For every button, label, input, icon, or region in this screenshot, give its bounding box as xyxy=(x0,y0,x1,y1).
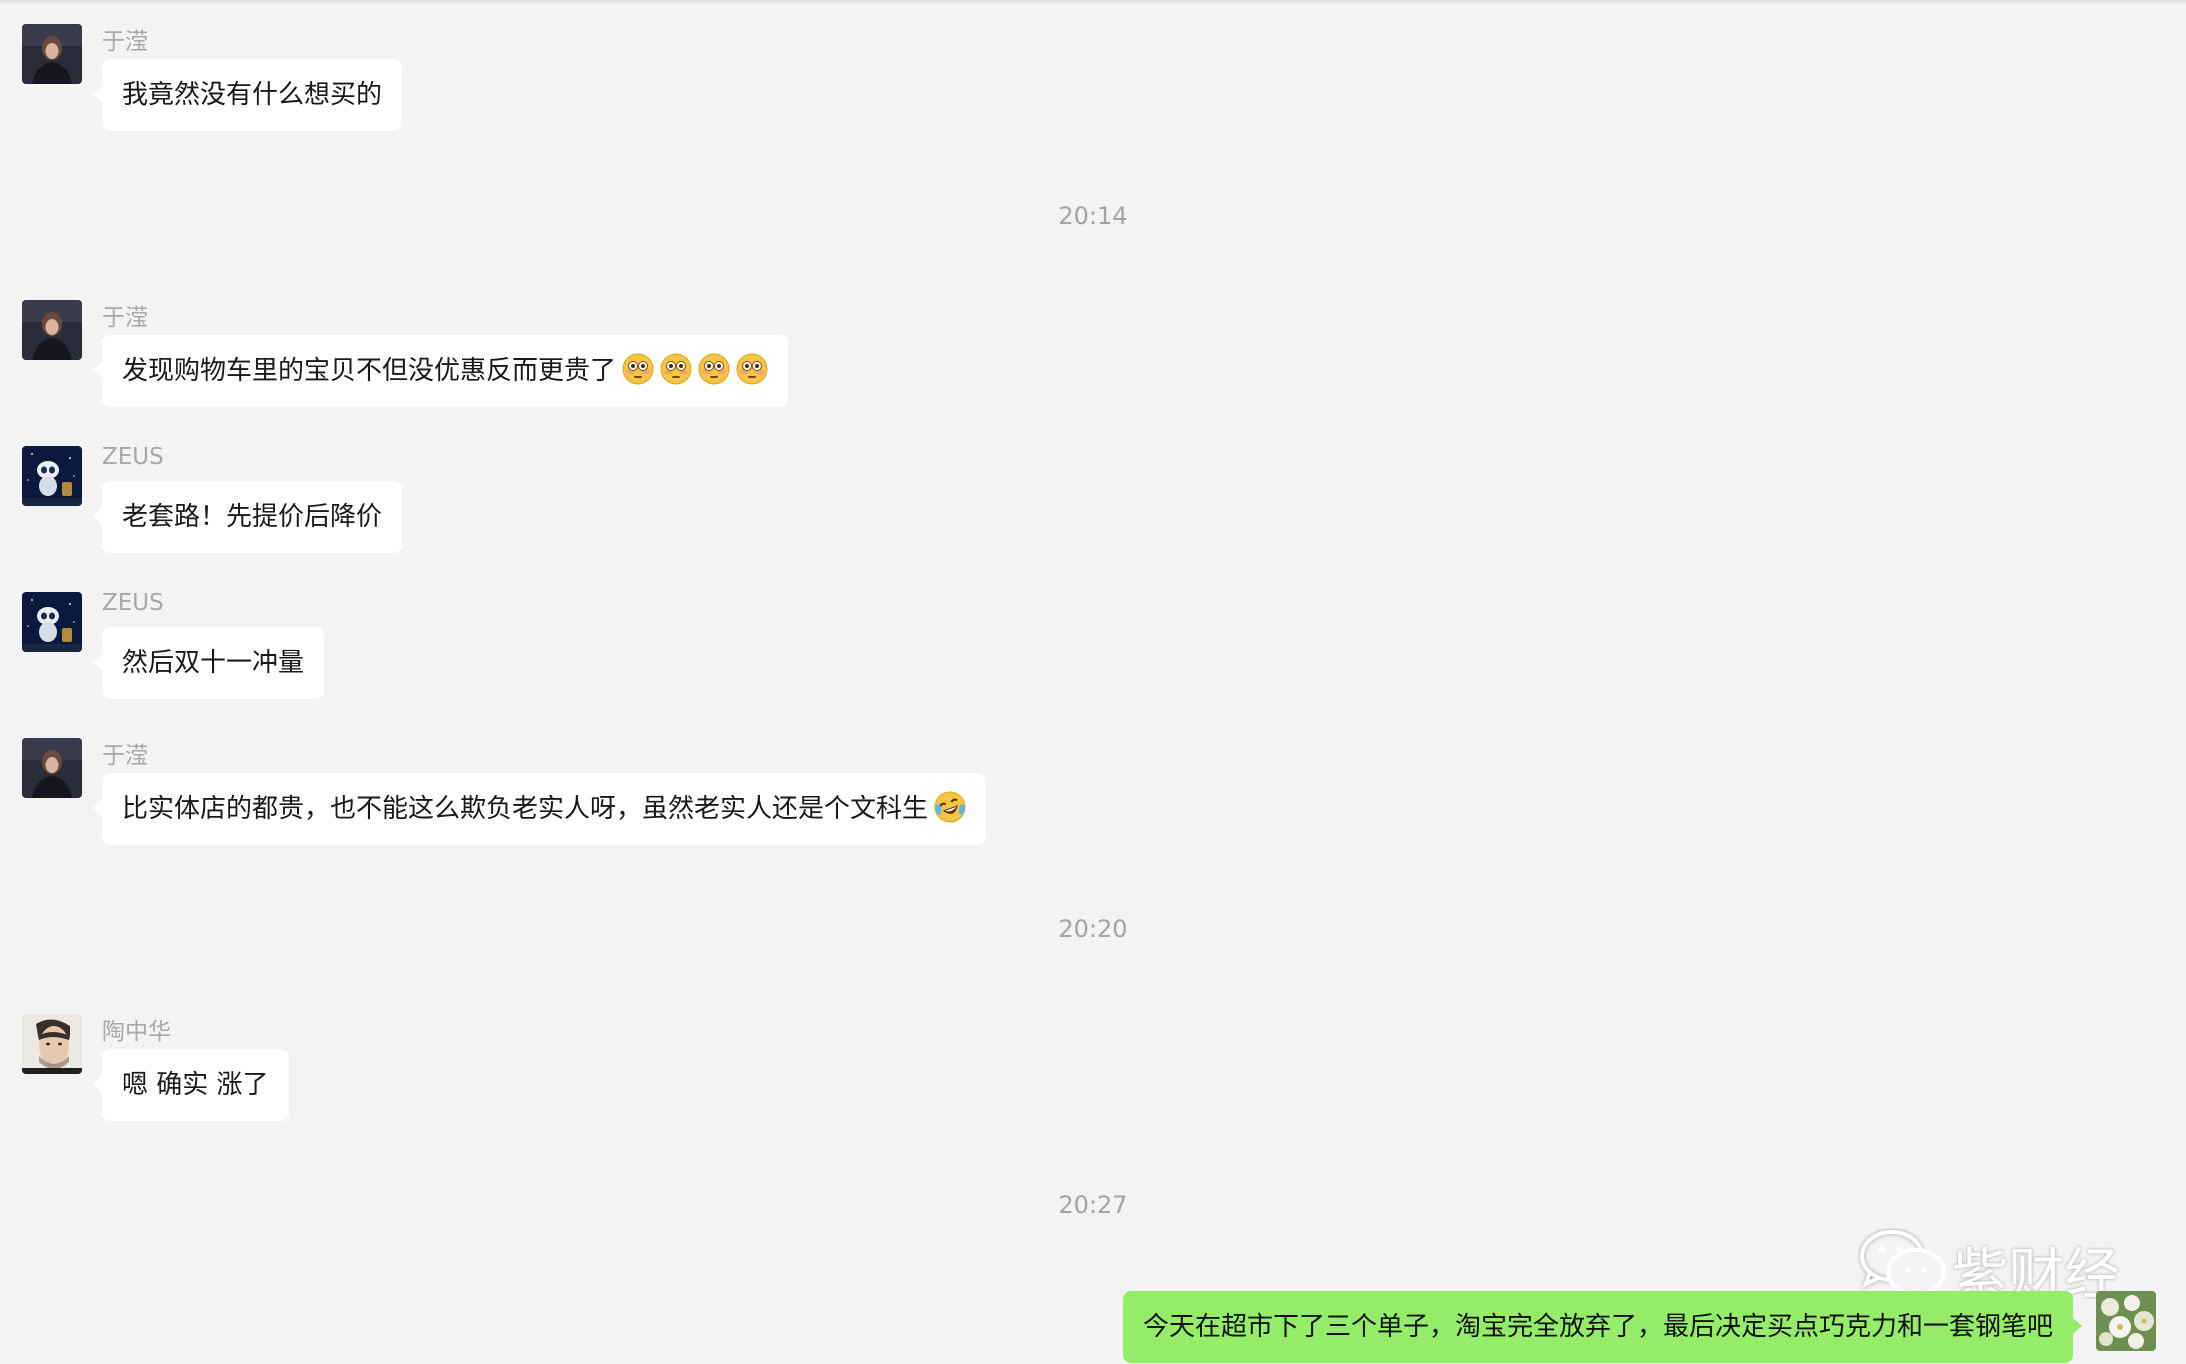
own-message-bubble[interactable]: 今天在超市下了三个单子，淘宝完全放弃了，最后决定买点巧克力和一套钢笔吧 xyxy=(1122,1291,2083,1363)
avatar-taozhonghua[interactable] xyxy=(22,1014,82,1074)
flushed-face-emoji-icon xyxy=(698,353,730,385)
message-bubble[interactable]: 老套路！先提价后降价 xyxy=(92,481,403,553)
sender-name: 于滢 xyxy=(102,29,148,55)
watermark: 紫财经 xyxy=(1858,1228,2120,1308)
message-text: 今天在超市下了三个单子，淘宝完全放弃了，最后决定买点巧克力和一套钢笔吧 xyxy=(1142,1312,2053,1342)
sender-name: ZEUS xyxy=(102,444,164,470)
message-text: 嗯 确实 涨了 xyxy=(122,1070,269,1100)
message-bubble[interactable]: 比实体店的都贵，也不能这么欺负老实人呀，虽然老实人还是个文科生 xyxy=(92,773,987,845)
flushed-face-emoji-icon xyxy=(660,353,692,385)
avatar-zeus[interactable] xyxy=(22,592,82,652)
sender-name: 陶中华 xyxy=(102,1019,171,1045)
top-border xyxy=(0,0,2186,3)
message-text: 发现购物车里的宝贝不但没优惠反而更贵了 xyxy=(122,356,617,386)
sender-name: ZEUS xyxy=(102,590,164,616)
avatar-yuying[interactable] xyxy=(22,300,82,360)
crying-laughing-emoji-icon xyxy=(934,791,966,823)
message-bubble[interactable]: 发现购物车里的宝贝不但没优惠反而更贵了 xyxy=(92,335,789,407)
timestamp-divider: 20:20 xyxy=(1058,915,1128,943)
avatar-yuying[interactable] xyxy=(22,24,82,84)
message-bubble[interactable]: 我竟然没有什么想买的 xyxy=(92,59,403,131)
message-text: 我竟然没有什么想买的 xyxy=(122,80,383,110)
avatar-self[interactable] xyxy=(2096,1291,2156,1351)
wechat-logo-icon xyxy=(1860,1230,1946,1296)
message-bubble[interactable]: 嗯 确实 涨了 xyxy=(93,1049,289,1121)
timestamp-divider: 20:14 xyxy=(1058,202,1128,230)
flushed-face-emoji-icon xyxy=(736,353,768,385)
message-text: 比实体店的都贵，也不能这么欺负老实人呀，虽然老实人还是个文科生 xyxy=(122,794,929,824)
avatar-zeus[interactable] xyxy=(22,446,82,506)
timestamp-divider: 20:27 xyxy=(1058,1191,1128,1219)
sender-name: 于滢 xyxy=(102,305,148,331)
message-text: 老套路！先提价后降价 xyxy=(122,502,383,532)
message-bubble[interactable]: 然后双十一冲量 xyxy=(92,627,325,699)
sender-name: 于滢 xyxy=(102,743,148,769)
avatar-yuying[interactable] xyxy=(22,738,82,798)
flushed-face-emoji-icon xyxy=(622,353,654,385)
message-text: 然后双十一冲量 xyxy=(122,648,305,678)
